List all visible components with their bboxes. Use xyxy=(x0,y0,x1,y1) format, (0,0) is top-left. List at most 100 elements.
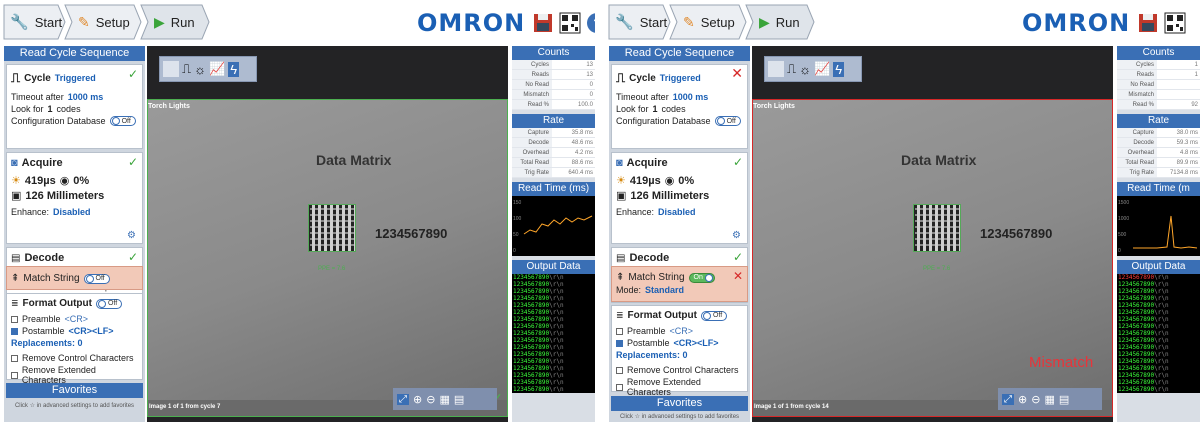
bolt-view-icon[interactable]: ϟ xyxy=(833,61,845,77)
stat-row: Overhead 4.8 ms xyxy=(1117,148,1200,158)
film-icon[interactable]: ▤ xyxy=(454,393,464,406)
step-start[interactable]: 🔧 Start xyxy=(2,4,66,40)
stat-row: Reads 1 xyxy=(1117,70,1200,80)
remove-extended-checkbox[interactable] xyxy=(616,383,623,391)
acquire-gear-icon[interactable]: ⚙ xyxy=(732,230,741,241)
output-line: 1234567890\r\n xyxy=(1117,379,1200,386)
step-setup[interactable]: ✎ Setup xyxy=(669,4,747,40)
format-output-toggle[interactable]: Off xyxy=(700,310,728,321)
remove-control-checkbox[interactable] xyxy=(11,354,18,362)
fit-icon[interactable]: ⤢ xyxy=(397,393,409,405)
format-output-box[interactable]: ≣ Format Output Off Preamble <CR> Postamble… xyxy=(6,293,143,385)
view-toolbar: ⎍ ☼ 📈 ϟ xyxy=(159,56,257,82)
step-run[interactable]: ▶ Run xyxy=(140,4,210,40)
pulse-icon: ⎍ xyxy=(616,70,626,85)
stat-value: 1 xyxy=(1194,72,1198,78)
acquire-box[interactable]: ◙ Acquire ✓ ☀ 419µs ◉ 0% ▣ 126 Millimeters En… xyxy=(611,152,748,244)
chart-view-icon[interactable]: 📈 xyxy=(814,61,830,77)
decode-ok-icon: ✓ xyxy=(732,250,743,264)
favorites-box: Favorites Click ☆ in advanced settings t… xyxy=(611,396,748,422)
omron-logo: omron xyxy=(1022,9,1131,37)
film-icon[interactable]: ▤ xyxy=(1059,393,1069,406)
output-line: 1234567890\r\n xyxy=(1117,358,1200,365)
stop-view-icon[interactable] xyxy=(768,61,784,77)
image-viewer: ⎍ ☼ 📈 ϟ Torch Lights Data Matrix PPE = 7… xyxy=(147,46,508,422)
cycle-fail-icon: ✕ xyxy=(731,65,743,81)
output-line: 1234567890\r\n xyxy=(1117,323,1200,330)
match-icon: ⇞ xyxy=(11,273,20,284)
stat-label: Cycles xyxy=(1117,60,1157,69)
save-icon[interactable] xyxy=(1137,12,1159,34)
grid-icon[interactable]: ▦ xyxy=(439,393,449,406)
mismatch-label: Mismatch xyxy=(1029,354,1094,371)
preamble-checkbox[interactable] xyxy=(11,315,18,323)
exposure-icon: ☀ xyxy=(11,175,21,187)
cycle-box[interactable]: ⎍ Cycle Triggered ✓ Timeout after 1000 ms L… xyxy=(6,64,143,149)
output-line: 1234567890\r\n xyxy=(512,379,595,386)
output-line: 1234567890\r\n xyxy=(512,365,595,372)
stat-value: 88.6 ms xyxy=(571,160,593,166)
favorites-header: Favorites xyxy=(6,383,143,398)
postamble-checkbox[interactable] xyxy=(11,327,18,335)
remove-control-checkbox[interactable] xyxy=(616,366,623,374)
stat-value: 100.0 xyxy=(577,102,593,108)
qr-icon[interactable] xyxy=(1164,12,1186,34)
chart-view-icon[interactable]: 📈 xyxy=(209,61,225,77)
step-setup[interactable]: ✎ Setup xyxy=(64,4,142,40)
match-string-toggle[interactable]: On xyxy=(688,272,715,283)
light-view-icon[interactable]: ☼ xyxy=(194,62,206,77)
match-string-box[interactable]: ⇞ Match String On ✕ Mode: Standard xyxy=(611,266,748,302)
output-line: 1234567890\r\n xyxy=(1117,330,1200,337)
match-string-box[interactable]: ⇞ Match String Off xyxy=(6,266,143,290)
format-output-toggle[interactable]: Off xyxy=(95,298,123,309)
stat-value: 35.8 ms xyxy=(571,130,593,136)
qr-icon[interactable] xyxy=(559,12,581,34)
stat-label: Reads xyxy=(1117,70,1157,79)
help-icon[interactable]: ? xyxy=(586,12,595,34)
zoom-out-icon[interactable]: ⊖ xyxy=(1031,393,1040,406)
stop-view-icon[interactable] xyxy=(163,61,179,77)
top-bar: 🔧Start ✎Setup ▶Run omron ? xyxy=(0,0,595,44)
right-screen: 🔧 Start ✎ Setup ▶ Run omron Read Cycle Sequ… xyxy=(605,0,1200,422)
play-icon: ▶ xyxy=(759,13,770,30)
config-db-toggle[interactable]: Off xyxy=(109,116,136,126)
light-view-icon[interactable]: ☼ xyxy=(799,62,811,77)
zoom-in-icon[interactable]: ⊕ xyxy=(413,393,422,406)
decode-icon: ▤ xyxy=(11,252,21,264)
zoom-in-icon[interactable]: ⊕ xyxy=(1018,393,1027,406)
read-time-header: Read Time (ms) xyxy=(512,182,595,196)
pulse-view-icon[interactable]: ⎍ xyxy=(787,61,796,77)
camera-icon: ◙ xyxy=(616,157,623,169)
step-run[interactable]: ▶ Run xyxy=(745,4,815,40)
pulse-view-icon[interactable]: ⎍ xyxy=(182,61,191,77)
output-line: 1234567890\r\n xyxy=(1117,288,1200,295)
zoom-out-icon[interactable]: ⊖ xyxy=(426,393,435,406)
stat-label: Overhead xyxy=(512,148,552,157)
exposure-icon: ☀ xyxy=(616,175,626,187)
match-string-toggle[interactable]: Off xyxy=(83,273,110,284)
acquire-box[interactable]: ◙ Acquire ✓ ☀ 419µs ◉ 0% ▣ 126 Millimeters En… xyxy=(6,152,143,244)
counts-table: Cycles 1 Reads 1 No Read Mismatch Read % 92 xyxy=(1117,60,1200,110)
stat-value: 1 xyxy=(1194,62,1198,68)
postamble-checkbox[interactable] xyxy=(616,339,623,347)
output-line: 1234567890\r\n xyxy=(512,288,595,295)
stat-row: Reads 13 xyxy=(512,70,595,80)
output-line: 1234567890\r\n xyxy=(1117,386,1200,393)
distance-icon: ▣ xyxy=(616,190,627,202)
remove-extended-checkbox[interactable] xyxy=(11,371,18,379)
acquire-gear-icon[interactable]: ⚙ xyxy=(127,230,136,241)
stat-value: 59.3 ms xyxy=(1176,140,1198,146)
config-db-toggle[interactable]: Off xyxy=(714,116,741,126)
cycle-box[interactable]: ⎍ Cycle Triggered ✕ Timeout after 1000 ms L… xyxy=(611,64,748,149)
bolt-view-icon[interactable]: ϟ xyxy=(228,61,240,77)
save-icon[interactable] xyxy=(532,12,554,34)
output-data-list: 1234567890\r\n 1234567890\r\n 1234567890\r… xyxy=(512,274,595,393)
stat-row: Overhead 4.2 ms xyxy=(512,148,595,158)
output-line: 1234567890\r\n xyxy=(1117,316,1200,323)
preamble-checkbox[interactable] xyxy=(616,327,623,335)
grid-icon[interactable]: ▦ xyxy=(1044,393,1054,406)
step-start[interactable]: 🔧 Start xyxy=(607,4,671,40)
format-output-box[interactable]: ≣ Format Output Off Preamble <CR> Postamble… xyxy=(611,305,748,397)
stat-value: 48.6 ms xyxy=(571,140,593,146)
fit-icon[interactable]: ⤢ xyxy=(1002,393,1014,405)
